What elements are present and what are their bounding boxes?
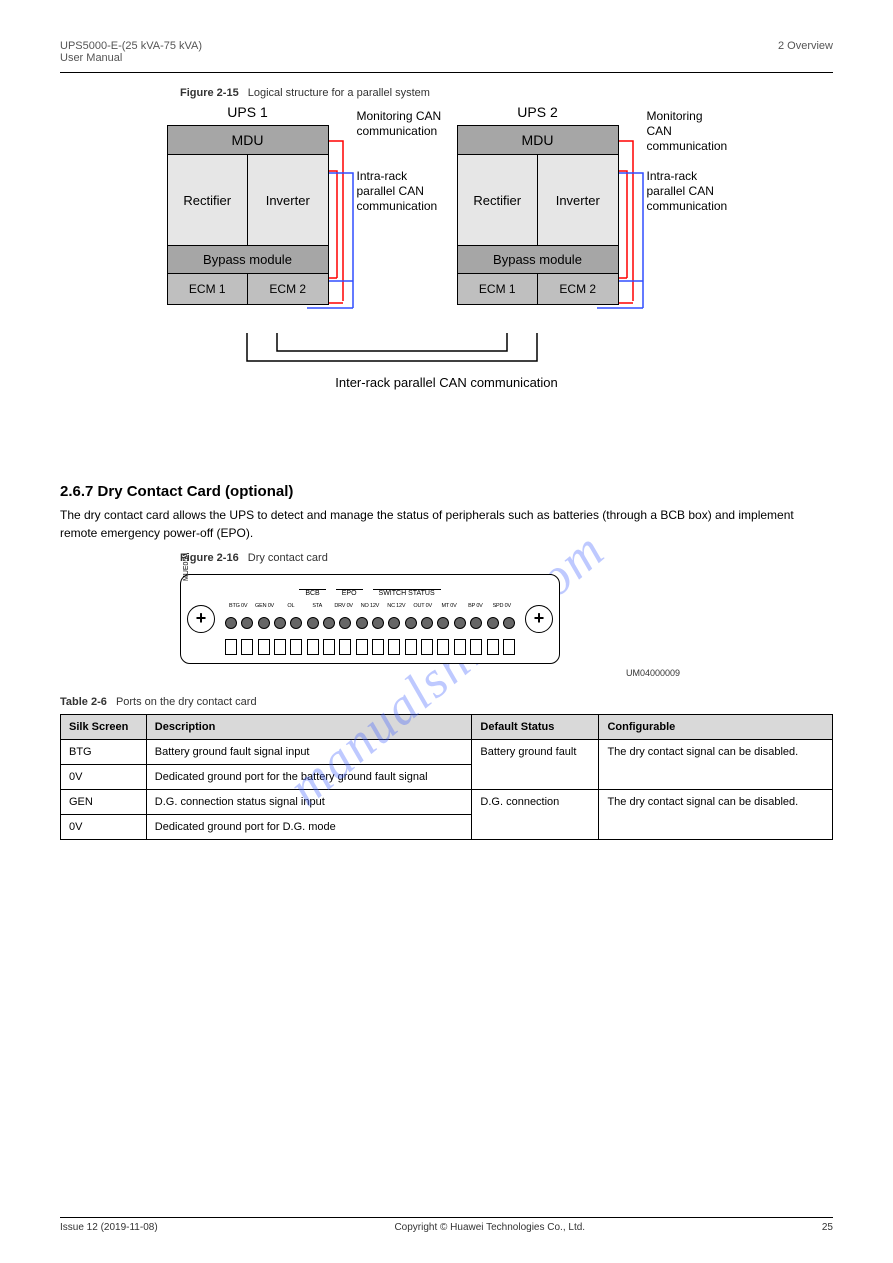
cell: The dry contact signal can be disabled.: [599, 740, 833, 790]
slot-row: [225, 639, 515, 655]
cell: Dedicated ground port for the battery gr…: [146, 765, 472, 790]
cell: BTG: [61, 740, 147, 765]
group-row: BCB EPO SWITCH STATUS: [225, 589, 515, 597]
th-desc: Description: [146, 715, 472, 740]
cell: 0V: [61, 815, 147, 840]
pin-label: MT 0V: [436, 603, 462, 609]
cell: D.G. connection status signal input: [146, 790, 472, 815]
cell: Dedicated ground port for D.G. mode: [146, 815, 472, 840]
figure2-code: UM04000009: [180, 668, 680, 678]
ups1-intra-note: Intra-rack parallel CAN communication: [357, 169, 438, 214]
ups2-monitor-note: Monitoring CAN communication: [647, 109, 728, 154]
table-body: BTG Battery ground fault signal input Ba…: [61, 740, 833, 840]
figure1-caption: Figure 2-15 Logical structure for a para…: [180, 87, 833, 99]
table-row: BTG Battery ground fault signal input Ba…: [61, 740, 833, 765]
ups1-block: UPS 1 MDU Rectifier Inverter Bypass modu…: [167, 125, 329, 305]
th-default: Default Status: [472, 715, 599, 740]
ups2-block: UPS 2 MDU Rectifier Inverter Bypass modu…: [457, 125, 619, 305]
footer-right: 25: [822, 1222, 833, 1233]
pin-label: NO 12V: [357, 603, 383, 609]
pin-label: GEN 0V: [251, 603, 277, 609]
figure2-diagram: MUE05A BCB EPO SWITCH STATUS BTG 0V GEN …: [180, 574, 560, 664]
ups2-title: UPS 2: [458, 104, 618, 120]
ups2-inverter: Inverter: [538, 155, 618, 245]
footer-left: Issue 12 (2019-11-08): [60, 1222, 158, 1233]
ups2-ecm2: ECM 2: [538, 274, 618, 304]
pin-label: NC 12V: [383, 603, 409, 609]
table-row: GEN D.G. connection status signal input …: [61, 790, 833, 815]
port-table: Silk Screen Description Default Status C…: [60, 714, 833, 840]
footer-center: Copyright © Huawei Technologies Co., Ltd…: [394, 1222, 585, 1233]
pin-label: BTG 0V: [225, 603, 251, 609]
section-paragraph: The dry contact card allows the UPS to d…: [60, 506, 833, 542]
pin-row: BTG 0V GEN 0V OL STA DRV 0V NO 12V NC 12…: [225, 603, 515, 609]
figure2-caption: Figure 2-16 Dry contact card: [180, 552, 833, 564]
table-caption: Table 2-6 Ports on the dry contact card: [60, 696, 833, 708]
section-heading: 2.6.7 Dry Contact Card (optional): [60, 483, 833, 500]
figure2-title: Dry contact card: [248, 552, 328, 564]
screw-right-icon: [525, 605, 553, 633]
ups1-rectifier: Rectifier: [168, 155, 249, 245]
group-switch: SWITCH STATUS: [373, 589, 441, 597]
ups2-mid: Rectifier Inverter: [458, 155, 618, 246]
header-right: 2 Overview: [778, 40, 833, 64]
group-epo: EPO: [336, 589, 363, 597]
pin-label: SPD 0V: [489, 603, 515, 609]
pin-label: STA: [304, 603, 330, 609]
page-footer: Issue 12 (2019-11-08) Copyright © Huawei…: [60, 1217, 833, 1233]
inter-rack-label: Inter-rack parallel CAN communication: [167, 375, 727, 390]
ups1-bypass: Bypass module: [168, 246, 328, 274]
th-silk: Silk Screen: [61, 715, 147, 740]
table-head: Silk Screen Description Default Status C…: [61, 715, 833, 740]
pin-label: BP 0V: [462, 603, 488, 609]
cell: GEN: [61, 790, 147, 815]
figure1-title: Logical structure for a parallel system: [248, 87, 430, 99]
cell: Battery ground fault: [472, 740, 599, 790]
hole-row: [225, 617, 515, 629]
mue-label: MUE05A: [183, 553, 190, 581]
ups1-title: UPS 1: [168, 104, 328, 120]
figure1-diagram: UPS 1 MDU Rectifier Inverter Bypass modu…: [167, 103, 727, 423]
cell: 0V: [61, 765, 147, 790]
pin-label: OUT 0V: [410, 603, 436, 609]
ups2-ecm: ECM 1 ECM 2: [458, 274, 618, 304]
pin-label: DRV 0V: [330, 603, 356, 609]
footer-rule: [60, 1217, 833, 1218]
cell: D.G. connection: [472, 790, 599, 840]
table-title: Ports on the dry contact card: [116, 696, 257, 708]
ups1-ecm1: ECM 1: [168, 274, 249, 304]
ups2-ecm1: ECM 1: [458, 274, 539, 304]
pin-label: OL: [278, 603, 304, 609]
header-left: UPS5000-E-(25 kVA-75 kVA) User Manual: [60, 40, 202, 64]
ups2-rectifier: Rectifier: [458, 155, 539, 245]
ups1-ecm: ECM 1 ECM 2: [168, 274, 328, 304]
ups1-ecm2: ECM 2: [248, 274, 328, 304]
group-bcb: BCB: [299, 589, 325, 597]
ups1-inverter: Inverter: [248, 155, 328, 245]
header-rule: [60, 72, 833, 73]
cell: Battery ground fault signal input: [146, 740, 472, 765]
cell: The dry contact signal can be disabled.: [599, 790, 833, 840]
figure1-number: Figure 2-15: [180, 87, 239, 99]
th-config: Configurable: [599, 715, 833, 740]
ups2-intra-note: Intra-rack parallel CAN communication: [647, 169, 728, 214]
table-number: Table 2-6: [60, 696, 107, 708]
screw-left-icon: [187, 605, 215, 633]
ups1-monitor-note: Monitoring CAN communication: [357, 109, 442, 139]
ups1-mid: Rectifier Inverter: [168, 155, 328, 246]
ups1-mdu: MDU: [168, 126, 328, 155]
ups2-mdu: MDU: [458, 126, 618, 155]
page-header: UPS5000-E-(25 kVA-75 kVA) User Manual 2 …: [60, 40, 833, 70]
ups2-bypass: Bypass module: [458, 246, 618, 274]
